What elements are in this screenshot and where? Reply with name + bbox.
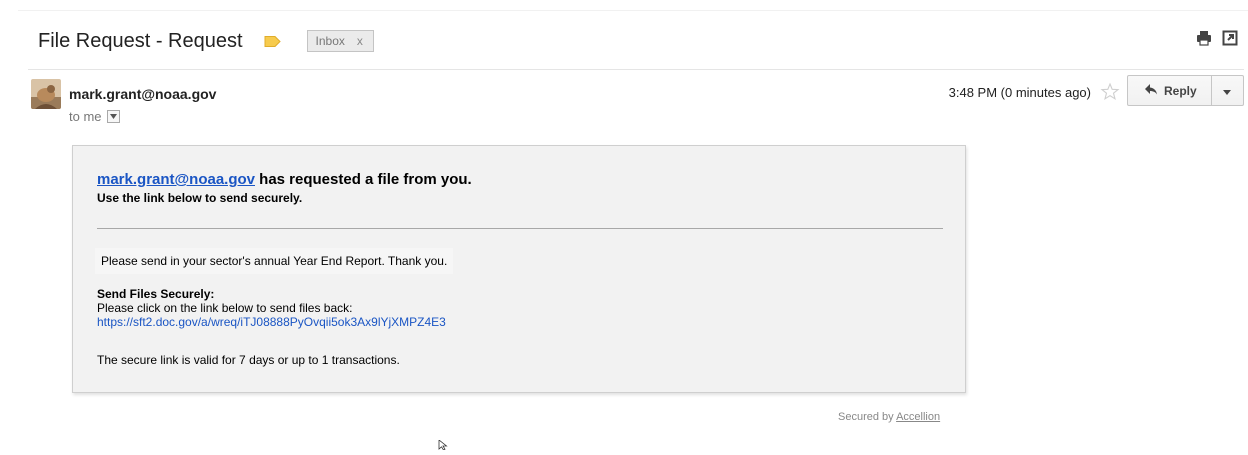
chevron-down-icon — [1223, 82, 1232, 100]
reply-arrow-icon — [1144, 83, 1158, 98]
recipient-line: to me — [69, 109, 120, 124]
requester-note: Please send in your sector's annual Year… — [95, 248, 454, 274]
sender-email[interactable]: mark.grant@noaa.gov — [69, 86, 216, 102]
headline-suffix: has requested a file from you. — [255, 171, 472, 188]
details-dropdown-icon[interactable] — [106, 110, 120, 123]
email-subject: File Request - Request — [38, 29, 243, 52]
subject-bar: File Request - Request Inbox x — [38, 24, 374, 58]
avatar[interactable] — [31, 79, 61, 109]
send-files-instructions: Please click on the link below to send f… — [97, 301, 353, 315]
reply-button[interactable]: Reply — [1127, 75, 1212, 106]
message-card: mark.grant@noaa.gov has requested a file… — [72, 145, 966, 393]
reply-label: Reply — [1164, 83, 1197, 98]
label-chip-text: Inbox — [315, 34, 345, 48]
print-icon[interactable] — [1196, 30, 1212, 51]
link-validity-note: The secure link is valid for 7 days or u… — [97, 353, 400, 367]
request-subheading: Use the link below to send securely. — [97, 191, 303, 205]
request-headline: mark.grant@noaa.gov has requested a file… — [97, 171, 472, 188]
top-actions — [1196, 30, 1238, 51]
top-divider — [18, 10, 1248, 11]
send-files-title: Send Files Securely: — [97, 287, 215, 301]
card-divider — [97, 228, 943, 229]
importance-marker-icon[interactable] — [263, 35, 283, 48]
star-icon[interactable] — [1100, 82, 1120, 102]
accellion-link[interactable]: Accellion — [896, 411, 940, 423]
new-window-icon[interactable] — [1222, 30, 1238, 51]
reply-button-group: Reply — [1127, 75, 1244, 106]
secured-prefix: Secured by — [838, 411, 897, 423]
secured-by-footer: Secured by Accellion — [838, 411, 940, 423]
header-divider — [28, 69, 1244, 70]
inbox-label-chip[interactable]: Inbox x — [306, 30, 374, 52]
email-timestamp: 3:48 PM (0 minutes ago) — [948, 85, 1091, 100]
requester-email-link[interactable]: mark.grant@noaa.gov — [97, 171, 255, 188]
recipient-text: to me — [69, 109, 102, 124]
secure-upload-link[interactable]: https://sft2.doc.gov/a/wreq/iTJ08888PyOv… — [97, 315, 446, 329]
more-actions-button[interactable] — [1211, 75, 1244, 106]
remove-label-button[interactable]: x — [357, 34, 363, 48]
